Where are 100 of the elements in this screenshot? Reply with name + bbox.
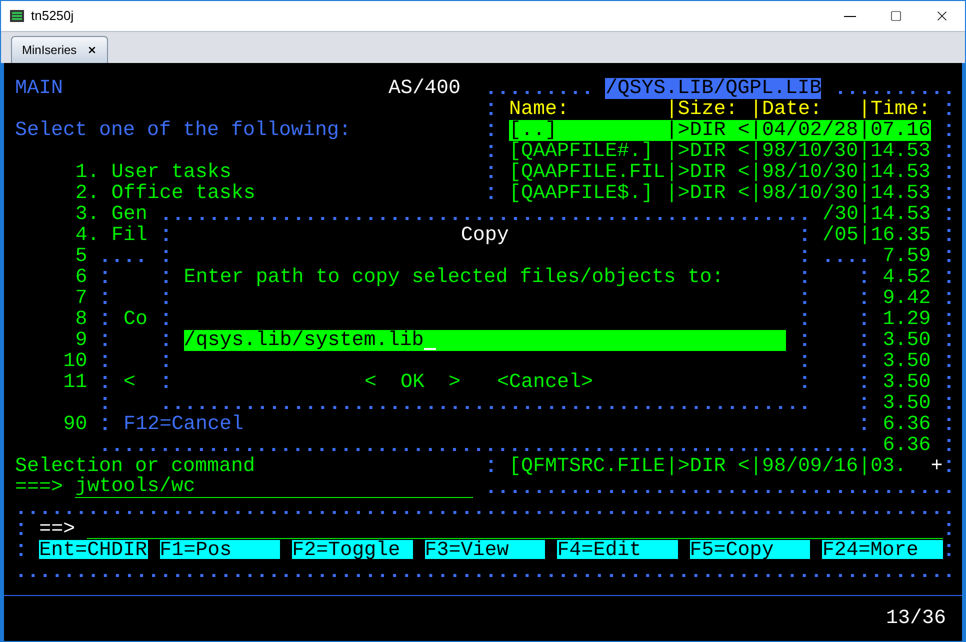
file-name: [QAAPFILE$.] <box>509 183 654 204</box>
file-date: |98/09/16 <box>750 456 858 477</box>
file-time: |14.53 <box>858 204 931 225</box>
function-key[interactable]: F1=Pos <box>160 540 280 559</box>
file-time: |07.16 <box>858 120 930 141</box>
file-time: 1.29 <box>882 309 931 330</box>
file-time: 4.52 <box>882 267 931 288</box>
file-name: [QAAPFILE.FIL <box>509 162 666 183</box>
session-tab[interactable]: MinIseries <box>11 36 108 63</box>
menu-option[interactable]: User tasks <box>111 162 232 183</box>
menu-number: 9 <box>75 330 88 351</box>
ok-button[interactable]: < OK > <box>364 372 460 393</box>
cancel-button[interactable]: <Cancel> <box>497 372 594 393</box>
file-row[interactable]: [QFMTSRC.FILE|>DIR <|98/09/16|03. <box>509 456 931 477</box>
column-header: |Date: <box>750 99 822 120</box>
path-value: /qsys.lib/system.lib <box>184 330 424 351</box>
file-date: /30 <box>822 204 858 225</box>
file-date: |04/02/28 <box>750 120 858 141</box>
file-row[interactable]: 3.50 <box>810 393 931 414</box>
file-size: |>DIR < <box>666 120 750 141</box>
file-time: |14.53 <box>858 141 930 162</box>
program-name: MAIN <box>15 78 64 99</box>
dialog-title: Copy <box>460 225 509 246</box>
file-row[interactable]: 6.36 <box>810 435 931 456</box>
file-time: 3.50 <box>882 330 931 351</box>
file-size: |>DIR < <box>666 456 750 477</box>
menu-number: 90 <box>63 414 88 435</box>
file-row[interactable]: 3.50 <box>810 330 931 351</box>
column-header: |Size: <box>666 99 738 120</box>
file-row[interactable]: /30|14.53 <box>810 204 931 225</box>
file-name: [QFMTSRC.FILE <box>509 456 666 477</box>
function-key[interactable]: Ent=CHDIR <box>39 540 148 559</box>
file-row[interactable]: 4.52 <box>810 267 931 288</box>
function-key[interactable]: F4=Edit <box>557 540 678 559</box>
file-time: 3.50 <box>882 351 931 372</box>
function-key-hint: F12=Cancel <box>123 414 244 435</box>
file-size: |>DIR < <box>666 183 750 204</box>
file-time: |03. <box>858 456 906 477</box>
window-text: < <box>123 372 136 393</box>
menu-option[interactable]: Office tasks <box>111 183 256 204</box>
file-row[interactable]: [QAAPFILE#.] |>DIR <|98/10/30|14.53 <box>509 141 931 162</box>
file-time: |14.53 <box>858 162 930 183</box>
menu-number: 10 <box>63 351 88 372</box>
file-row[interactable]: /05|16.35 <box>810 225 931 246</box>
dialog-message: Enter path to copy selected files/objects to: <box>184 267 724 288</box>
file-time: 6.36 <box>882 414 931 435</box>
command-prompt: ==> <box>39 519 76 540</box>
file-time: |14.53 <box>858 183 930 204</box>
file-row[interactable]: [..] |>DIR <|04/02/28|07.16 <box>509 120 931 141</box>
menu-number: 6 <box>75 267 88 288</box>
file-time: 7.59 <box>882 246 931 267</box>
menu-number: 5 <box>75 246 88 267</box>
menu-number: 2. <box>75 183 100 204</box>
file-date: |98/10/30 <box>750 162 858 183</box>
menu-number: 4. <box>75 225 100 246</box>
window-title: tn5250j <box>31 7 74 26</box>
menu-number: 3. <box>75 204 100 225</box>
file-time: 3.50 <box>882 372 931 393</box>
file-row[interactable]: 3.50 <box>810 372 931 393</box>
file-row[interactable]: [QAAPFILE.FIL|>DIR <|98/10/30|14.53 <box>509 162 931 183</box>
menu-number: 11 <box>63 372 88 393</box>
file-date: |98/10/30 <box>750 141 858 162</box>
file-size: |>DIR < <box>666 141 750 162</box>
menu-number: 1. <box>75 162 100 183</box>
file-row[interactable]: 7.59 <box>810 246 931 267</box>
function-key[interactable]: F24=More <box>822 540 943 559</box>
menu-number: 8 <box>75 309 88 330</box>
status-position: 13/36 <box>886 606 946 632</box>
menu-option[interactable]: Fil <box>111 225 148 246</box>
command-prompt: ===> <box>15 477 64 498</box>
file-time: |16.35 <box>858 225 931 246</box>
command-input[interactable]: jwtools/wc <box>75 477 473 498</box>
text-cursor <box>424 348 436 350</box>
window-text: Co <box>123 309 148 330</box>
function-key[interactable]: F3=View <box>424 540 546 559</box>
tab-label: MinIseries <box>22 42 77 59</box>
terminal-app-icon <box>9 8 25 24</box>
file-time: 6.36 <box>882 435 931 456</box>
file-row[interactable]: 9.42 <box>810 288 931 309</box>
file-time: 3.50 <box>882 393 931 414</box>
command-label: Selection or command <box>15 456 256 477</box>
file-date: /05 <box>822 225 858 246</box>
column-header: Name: <box>509 99 570 120</box>
menu-number: 7 <box>75 288 88 309</box>
path-input[interactable]: /qsys.lib/system.lib <box>184 330 786 351</box>
file-row[interactable]: [QAAPFILE$.] |>DIR <|98/10/30|14.53 <box>509 183 931 204</box>
system-name: AS/400 <box>388 78 461 99</box>
close-tab-icon[interactable] <box>86 45 97 55</box>
file-row[interactable]: 1.29 <box>810 309 931 330</box>
file-row[interactable]: 3.50 <box>810 351 931 372</box>
more-indicator: + <box>930 456 943 477</box>
menu-option[interactable]: Gen <box>111 204 148 225</box>
file-date: |98/10/30 <box>750 183 858 204</box>
file-size: |>DIR < <box>666 162 750 183</box>
function-key[interactable]: F2=Toggle <box>292 540 413 559</box>
file-time: 9.42 <box>882 288 931 309</box>
maximize-icon <box>890 10 902 22</box>
file-name: [QAAPFILE#.] <box>509 141 654 162</box>
file-row[interactable]: 6.36 <box>810 414 931 435</box>
function-key[interactable]: F5=Copy <box>690 540 810 559</box>
